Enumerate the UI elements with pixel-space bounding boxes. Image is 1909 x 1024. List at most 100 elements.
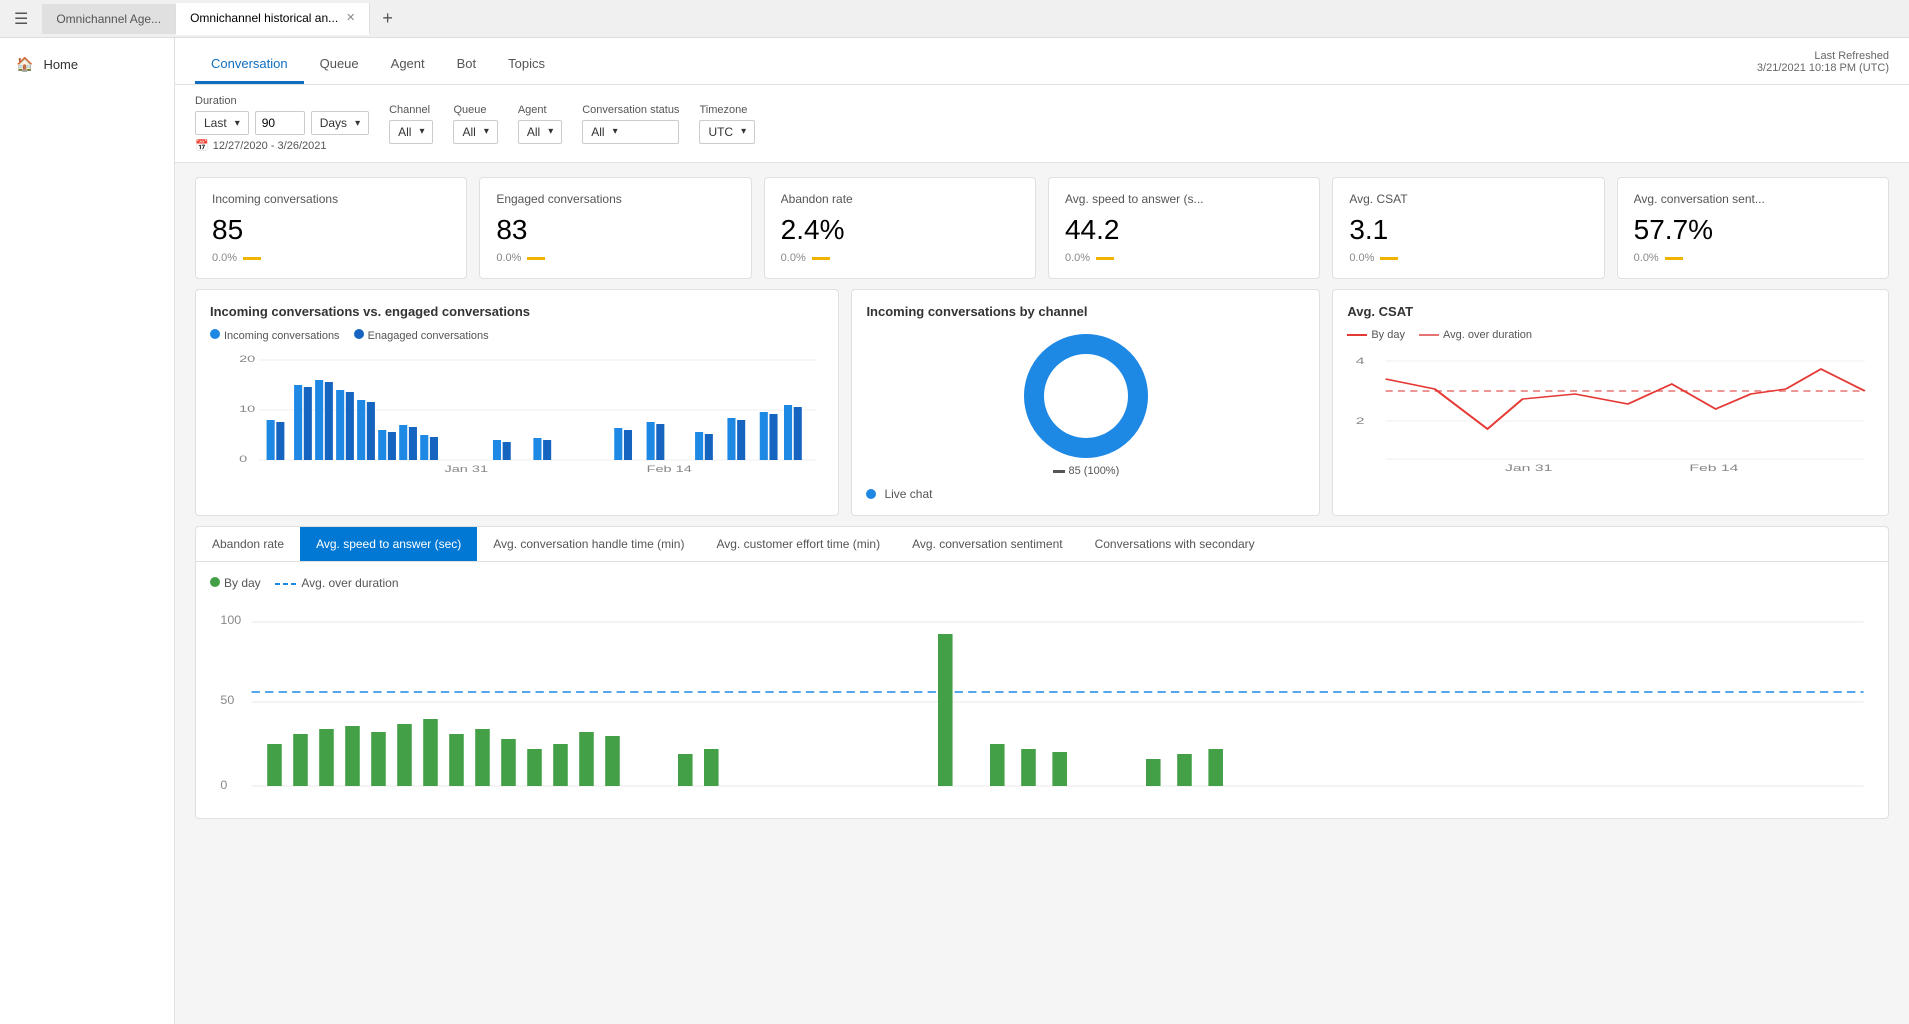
- svg-text:Jan 31: Jan 31: [1505, 463, 1552, 473]
- filter-channel: Channel All ▾: [389, 104, 433, 144]
- tab-bar: ☰ Omnichannel Age... Omnichannel histori…: [0, 0, 1909, 38]
- browser-tab-2-label: Omnichannel historical an...: [190, 11, 338, 25]
- bottom-tab-effort[interactable]: Avg. customer effort time (min): [700, 527, 896, 561]
- kpi-trend-sentiment: 0.0%: [1634, 252, 1872, 264]
- trend-bar-icon: [812, 257, 830, 260]
- tab-agent[interactable]: Agent: [375, 46, 441, 84]
- bottom-section: Abandon rate Avg. speed to answer (sec) …: [195, 526, 1889, 819]
- sidebar-item-home[interactable]: 🏠 Home: [0, 46, 174, 83]
- charts-row: Incoming conversations vs. engaged conve…: [175, 289, 1909, 526]
- svg-text:4: 4: [1356, 356, 1365, 366]
- kpi-trend-speed: 0.0%: [1065, 252, 1303, 264]
- bottom-legend: By day Avg. over duration: [210, 576, 1874, 590]
- kpi-trend-csat: 0.0%: [1349, 252, 1587, 264]
- channel-select[interactable]: All ▾: [389, 120, 433, 144]
- last-refreshed: Last Refreshed 3/21/2021 10:18 PM (UTC): [1757, 50, 1889, 84]
- page-header: Conversation Queue Agent Bot Topics Last…: [175, 38, 1909, 85]
- svg-text:10: 10: [239, 404, 255, 414]
- bottom-chart-area: By day Avg. over duration 100 50 0: [196, 562, 1888, 818]
- add-tab-button[interactable]: +: [370, 0, 405, 37]
- kpi-card-speed: Avg. speed to answer (s... 44.2 0.0%: [1048, 177, 1320, 279]
- conversation-status-select[interactable]: All ▾: [582, 120, 679, 144]
- duration-value-input[interactable]: [255, 111, 305, 135]
- bottom-tab-speed[interactable]: Avg. speed to answer (sec): [300, 527, 477, 561]
- trend-bar-icon: [1665, 257, 1683, 260]
- kpi-card-abandon: Abandon rate 2.4% 0.0%: [764, 177, 1036, 279]
- svg-text:50: 50: [220, 693, 234, 707]
- legend-line-byday: [1347, 334, 1367, 336]
- duration-preset-select[interactable]: Last ▾: [195, 111, 249, 135]
- bottom-tab-sentiment[interactable]: Avg. conversation sentiment: [896, 527, 1079, 561]
- legend-line-avg: [1419, 334, 1439, 336]
- legend-dashed-line-bottom: [275, 578, 299, 590]
- svg-text:20: 20: [239, 354, 255, 364]
- tab-conversation[interactable]: Conversation: [195, 46, 304, 84]
- tab-queue[interactable]: Queue: [304, 46, 375, 84]
- browser-tab-2[interactable]: Omnichannel historical an... ✕: [176, 3, 370, 35]
- chart-card-by-channel: Incoming conversations by channel 85 (10…: [851, 289, 1320, 516]
- browser-tab-1-label: Omnichannel Age...: [56, 12, 161, 26]
- trend-bar-icon: [1380, 257, 1398, 260]
- svg-text:100: 100: [220, 613, 241, 627]
- filter-queue: Queue All ▾: [453, 104, 497, 144]
- svg-text:Feb 14: Feb 14: [1690, 463, 1739, 473]
- kpi-trend-engaged: 0.0%: [496, 252, 734, 264]
- timezone-select[interactable]: UTC ▾: [699, 120, 755, 144]
- chart1-legend: Incoming conversations Enagaged conversa…: [210, 329, 824, 342]
- bottom-tab-bar: Abandon rate Avg. speed to answer (sec) …: [196, 527, 1888, 562]
- chevron-down-icon6: ▾: [613, 126, 618, 137]
- close-tab-2[interactable]: ✕: [346, 11, 355, 24]
- line-chart-csat: 4 2 Jan 31 Feb 14: [1347, 349, 1874, 479]
- legend-dot-incoming: [210, 329, 220, 339]
- nav-tabs: Conversation Queue Agent Bot Topics: [195, 46, 561, 84]
- filter-agent: Agent All ▾: [518, 104, 562, 144]
- bottom-tab-handle[interactable]: Avg. conversation handle time (min): [477, 527, 700, 561]
- bottom-tab-abandon[interactable]: Abandon rate: [196, 527, 300, 561]
- bottom-bar-chart: 100 50 0: [210, 604, 1874, 804]
- sidebar-item-home-label: Home: [43, 57, 78, 72]
- content-area: Conversation Queue Agent Bot Topics Last…: [175, 38, 1909, 1024]
- browser-tab-1[interactable]: Omnichannel Age...: [42, 4, 176, 34]
- chevron-down-icon5: ▾: [548, 126, 553, 137]
- chart2-legend: Live chat: [866, 487, 1305, 501]
- legend-dot-byday-bottom: [210, 577, 220, 587]
- sidebar: 🏠 Home: [0, 38, 175, 1024]
- tab-topics[interactable]: Topics: [492, 46, 561, 84]
- kpi-trend-abandon: 0.0%: [781, 252, 1019, 264]
- kpi-card-engaged: Engaged conversations 83 0.0%: [479, 177, 751, 279]
- kpi-card-csat: Avg. CSAT 3.1 0.0%: [1332, 177, 1604, 279]
- svg-text:0: 0: [239, 454, 247, 464]
- svg-text:Jan 31: Jan 31: [444, 464, 488, 474]
- bar-chart-conversations: 20 10 0: [210, 350, 824, 480]
- svg-text:2: 2: [1356, 416, 1365, 426]
- svg-text:0: 0: [220, 778, 227, 792]
- filter-conversation-status: Conversation status All ▾: [582, 104, 679, 144]
- tab-bot[interactable]: Bot: [441, 46, 493, 84]
- svg-text:Feb 14: Feb 14: [647, 464, 693, 474]
- bottom-tab-secondary[interactable]: Conversations with secondary: [1079, 527, 1271, 561]
- chevron-down-icon3: ▾: [419, 126, 424, 137]
- filter-timezone: Timezone UTC ▾: [699, 104, 755, 144]
- trend-bar-icon: [1096, 257, 1114, 260]
- date-range: 📅 12/27/2020 - 3/26/2021: [195, 139, 369, 152]
- filter-duration: Duration Last ▾ Days ▾ 📅 12/27/2020 - 3/…: [195, 95, 369, 152]
- hamburger-menu[interactable]: ☰: [0, 1, 42, 37]
- duration-unit-select[interactable]: Days ▾: [311, 111, 369, 135]
- donut-chart: 85 (100%): [866, 329, 1305, 479]
- kpi-trend-incoming: 0.0%: [212, 252, 450, 264]
- legend-dot-engaged: [354, 329, 364, 339]
- chevron-down-icon7: ▾: [741, 126, 746, 137]
- queue-select[interactable]: All ▾: [453, 120, 497, 144]
- chart3-legend: By day Avg. over duration: [1347, 329, 1874, 341]
- chevron-down-icon2: ▾: [355, 118, 360, 129]
- home-icon: 🏠: [16, 56, 33, 73]
- legend-dot-livechat: [866, 489, 876, 499]
- chart-card-avg-csat: Avg. CSAT By day Avg. over duration 4 2: [1332, 289, 1889, 516]
- chevron-down-icon4: ▾: [484, 126, 489, 137]
- kpi-row: Incoming conversations 85 0.0% Engaged c…: [175, 163, 1909, 289]
- chevron-down-icon: ▾: [235, 118, 240, 129]
- trend-bar-icon: [527, 257, 545, 260]
- trend-bar-icon: [243, 257, 261, 260]
- kpi-card-incoming: Incoming conversations 85 0.0%: [195, 177, 467, 279]
- agent-select[interactable]: All ▾: [518, 120, 562, 144]
